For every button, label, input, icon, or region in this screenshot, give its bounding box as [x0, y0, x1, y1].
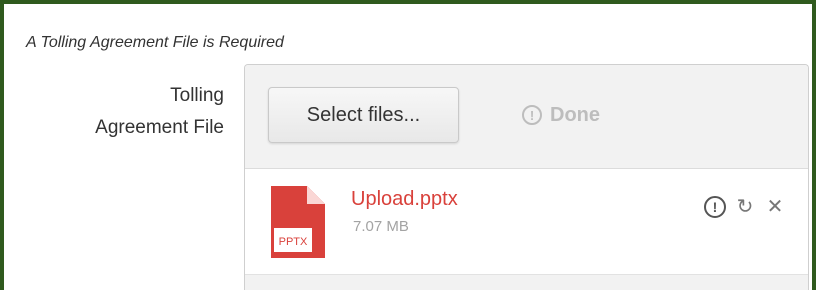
file-list-item: PPTX Upload.pptx 7.07 MB ! ↻ ✕	[245, 170, 808, 274]
file-name: Upload.pptx	[351, 188, 458, 210]
warning-icon: !	[704, 196, 726, 218]
upload-footer	[245, 274, 808, 290]
field-label: Tolling Agreement File	[24, 80, 224, 144]
file-type-label: PPTX	[279, 236, 308, 248]
close-icon[interactable]: ✕	[764, 197, 786, 217]
done-button[interactable]: ! Done	[522, 97, 600, 133]
file-upload-widget: Select files... ! Done PPTX Upload.pptx …	[244, 64, 809, 290]
file-actions: ! ↻ ✕	[704, 196, 786, 218]
retry-icon[interactable]: ↻	[734, 197, 756, 217]
warning-icon: !	[522, 105, 542, 125]
select-files-button[interactable]: Select files...	[268, 87, 459, 143]
file-size: 7.07 MB	[353, 218, 409, 235]
field-label-line-1: Tolling	[170, 85, 224, 106]
done-label: Done	[550, 103, 600, 126]
field-label-line-2: Agreement File	[95, 117, 224, 138]
pptx-file-icon: PPTX	[269, 184, 327, 265]
upload-toolbar: Select files... ! Done	[245, 65, 808, 169]
required-notice: A Tolling Agreement File is Required	[26, 34, 284, 51]
form-panel: A Tolling Agreement File is Required Tol…	[0, 0, 816, 290]
